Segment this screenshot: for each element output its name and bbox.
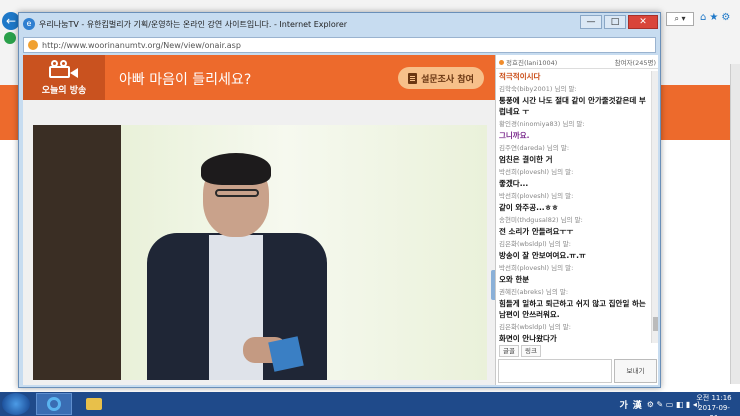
page-icon bbox=[28, 40, 38, 50]
chat-message-text: 같이 와주공...ㅎㅎ bbox=[499, 203, 559, 212]
clock-date: 2017-09-21 bbox=[698, 404, 730, 416]
chat-toolbar: 글꼴 링크 bbox=[496, 345, 658, 357]
internet-explorer-icon bbox=[47, 397, 61, 411]
chat-message-author[interactable]: 박선희(ploveshl) 님의 말: bbox=[499, 263, 648, 274]
chat-message-author[interactable]: 김은화(wbsldpl) 님의 말: bbox=[499, 239, 648, 250]
chat-message-text: 엄친은 결이한 거 bbox=[499, 155, 553, 164]
show-title: 아빠 마음이 들리세요? bbox=[119, 72, 252, 88]
chat-message: 김학숙(biby2001) 님의 말: 통풍에 시간 나도 절대 같이 안가줄것같… bbox=[499, 84, 648, 117]
chat-message: 박선희(ploveshl) 님의 말: 좋겠다... bbox=[499, 167, 648, 189]
font-button[interactable]: 글꼴 bbox=[499, 345, 519, 357]
clipboard-icon bbox=[408, 72, 418, 84]
chat-panel: 정효진(lani1004) 참여자(245명) 적극적이시다김학숙(biby20… bbox=[495, 55, 658, 385]
send-button[interactable]: 보내기 bbox=[614, 359, 657, 383]
chat-message: 김은화(wbsldpl) 님의 말: 방송이 잘 안보여여요.ㅠ.ㅠ bbox=[499, 239, 648, 261]
taskbar-ie-button[interactable] bbox=[36, 393, 72, 415]
chat-input[interactable] bbox=[498, 359, 612, 383]
popup-titlebar[interactable]: e 우리나눔TV - 유한킴벌리가 기획/운영하는 온라인 강연 사이트입니다.… bbox=[19, 13, 660, 35]
user-status-icon bbox=[499, 60, 504, 65]
video-camera-icon bbox=[49, 59, 79, 80]
chat-message-author[interactable]: 황인경(ninomiya83) 님의 말: bbox=[499, 119, 648, 130]
video-dark-edge bbox=[33, 125, 121, 380]
chat-message-author[interactable]: 박선희(ploveshl) 님의 말: bbox=[499, 191, 648, 202]
chat-scroll-thumb[interactable] bbox=[653, 317, 658, 331]
survey-button-label: 설문조사 참여 bbox=[421, 74, 474, 85]
home-star-gear-icons[interactable]: ⌂★⚙ bbox=[700, 12, 740, 26]
onair-page: 오늘의 방송 아빠 마음이 들리세요? 설문조사 참여 정효진(lani1004… bbox=[23, 55, 658, 385]
chat-message-author[interactable]: 김은화(wbsldpl) 님의 말: bbox=[499, 322, 648, 333]
start-button[interactable] bbox=[2, 393, 30, 415]
chat-message-author[interactable]: 송현미(thdgusal82) 님의 말: bbox=[499, 215, 648, 226]
ie-icon: e bbox=[23, 18, 35, 30]
address-bar[interactable]: http://www.woorinanumtv.org/New/view/ona… bbox=[23, 37, 656, 53]
live-video-player[interactable] bbox=[33, 125, 487, 380]
hanja-indicator[interactable]: 漢 bbox=[633, 398, 642, 411]
chat-message: 김주연(dareda) 님의 말: 엄친은 결이한 거 bbox=[499, 143, 648, 165]
survey-button[interactable]: 설문조사 참여 bbox=[398, 67, 484, 89]
chat-message-text: 힘들게 일하고 퇴근하고 쉬지 않고 집안일 하는 남편이 안쓰러워요. bbox=[499, 299, 646, 319]
speaker-glasses bbox=[215, 189, 259, 197]
background-scrollbar[interactable] bbox=[730, 64, 740, 384]
ime-indicator[interactable]: 가 bbox=[619, 398, 627, 411]
forward-icon[interactable] bbox=[4, 32, 16, 44]
chat-message: 김은화(wbsldpl) 님의 말: 화면이 안나왔다가 bbox=[499, 322, 648, 343]
chat-message-text: 좋겠다... bbox=[499, 179, 529, 188]
chat-message-text: 화면이 안나왔다가 bbox=[499, 334, 557, 343]
chat-current-user: 정효진(lani1004) bbox=[506, 58, 558, 67]
window-controls: — □ ✕ bbox=[580, 15, 658, 29]
chat-message-text: 그니까요. bbox=[499, 131, 530, 140]
chat-message: 송현미(thdgusal82) 님의 말: 전 소리가 안들려요ㅜㅜ bbox=[499, 215, 648, 237]
chat-message-text: 적극적이시다 bbox=[499, 72, 541, 81]
chat-message: 황인경(ninomiya83) 님의 말: 그니까요. bbox=[499, 119, 648, 141]
chat-message: 박선희(ploveshl) 님의 말: 오와 한분 bbox=[499, 263, 648, 285]
chat-message-author[interactable]: 박선희(ploveshl) 님의 말: bbox=[499, 167, 648, 178]
chat-message-text: 방송이 잘 안보여여요.ㅠ.ㅠ bbox=[499, 251, 586, 260]
chat-message: 권혜진(abreks) 님의 말: 힘들게 일하고 퇴근하고 쉬지 않고 집안일 … bbox=[499, 287, 648, 320]
address-url[interactable]: http://www.woorinanumtv.org/New/view/ona… bbox=[42, 41, 241, 50]
browser-popup-window: e 우리나눔TV - 유한킴벌리가 기획/운영하는 온라인 강연 사이트입니다.… bbox=[18, 12, 661, 388]
chat-message-author[interactable]: 권혜진(abreks) 님의 말: bbox=[499, 287, 648, 298]
close-button[interactable]: ✕ bbox=[628, 15, 658, 29]
badge-label: 오늘의 방송 bbox=[41, 85, 87, 96]
chat-message-text: 오와 한분 bbox=[499, 275, 530, 284]
taskbar-explorer-button[interactable] bbox=[76, 393, 112, 415]
chat-message: 적극적이시다 bbox=[499, 71, 648, 82]
chat-message-list[interactable]: 적극적이시다김학숙(biby2001) 님의 말: 통풍에 시간 나도 절대 같이… bbox=[496, 71, 651, 343]
chat-scrollbar[interactable] bbox=[651, 71, 658, 343]
chat-message: 박선희(ploveshl) 님의 말: 같이 와주공...ㅎㅎ bbox=[499, 191, 648, 213]
chat-message-text: 전 소리가 안들려요ㅜㅜ bbox=[499, 227, 574, 236]
maximize-button[interactable]: □ bbox=[604, 15, 626, 29]
popup-title: 우리나눔TV - 유한킴벌리가 기획/운영하는 온라인 강연 사이트입니다. -… bbox=[39, 19, 348, 29]
todays-broadcast-badge: 오늘의 방송 bbox=[23, 55, 105, 100]
folder-icon bbox=[86, 398, 102, 410]
search-icon[interactable]: ⌕ ▾ bbox=[666, 12, 694, 26]
speaker-notes bbox=[268, 336, 304, 372]
chat-header: 정효진(lani1004) 참여자(245명) bbox=[496, 55, 658, 69]
link-button[interactable]: 링크 bbox=[520, 345, 541, 357]
taskbar-clock[interactable]: 오전 11:16 2017-09-21 bbox=[694, 393, 734, 416]
minimize-button[interactable]: — bbox=[580, 15, 602, 29]
speaker-hair bbox=[201, 153, 271, 185]
chat-message-text: 통풍에 시간 나도 절대 같이 안가줄것같은데 부럽네요 ㅜ bbox=[499, 96, 646, 116]
chat-participant-count[interactable]: 참여자(245명) bbox=[615, 57, 656, 67]
chat-message-author[interactable]: 김주연(dareda) 님의 말: bbox=[499, 143, 648, 154]
show-header: 오늘의 방송 아빠 마음이 들리세요? 설문조사 참여 bbox=[23, 55, 495, 100]
chat-message-author[interactable]: 김학숙(biby2001) 님의 말: bbox=[499, 84, 648, 95]
system-tray: 가 漢 ⚙ ✎ ▭ ◧ ▮ ◂) bbox=[619, 392, 700, 416]
clock-time: 오전 11:16 bbox=[696, 394, 732, 402]
tray-icons[interactable]: ⚙ ✎ ▭ ◧ ▮ ◂) bbox=[647, 400, 700, 409]
